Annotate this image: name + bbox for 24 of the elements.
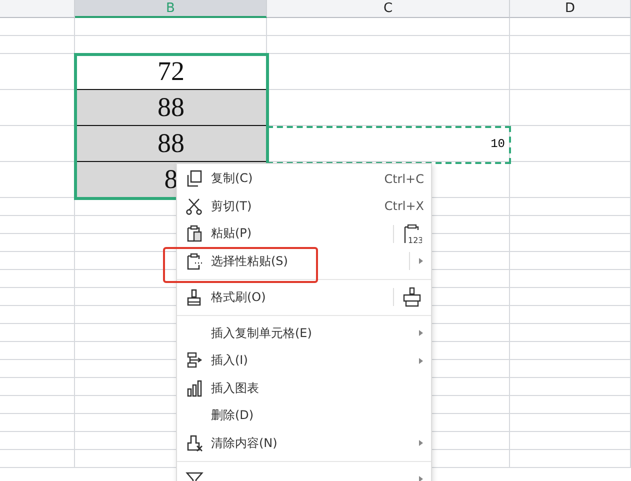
menu-item[interactable]: 格式刷(O) — [177, 284, 431, 311]
menu-item-label: 插入图表 — [211, 380, 259, 397]
menu-item-label: 删除(D) — [211, 407, 254, 424]
menu-item-label: 插入复制单元格(E) — [211, 324, 312, 342]
menu-item[interactable]: 插入图表 — [177, 374, 431, 402]
menu-item-label: 粘贴(P) — [211, 225, 252, 242]
menu-item[interactable]: 选择性粘贴(S) — [177, 248, 431, 275]
table-cell: 10 — [267, 126, 510, 162]
menu-item-label: 插入(I) — [211, 352, 248, 370]
table-cell: 88 — [75, 126, 267, 162]
menu-item[interactable]: 删除(D) — [177, 402, 431, 430]
shortcut-label: Ctrl+X — [384, 199, 424, 214]
menu-item[interactable]: 插入(I) — [177, 347, 431, 374]
menu-item-label: 格式刷(O) — [211, 288, 266, 306]
menu-item[interactable]: 清除内容(N) — [177, 430, 431, 457]
menu-item-label: 复制(C) — [211, 170, 253, 188]
menu-item-label: 选择性粘贴(S) — [211, 252, 288, 270]
menu-item[interactable]: 插入复制单元格(E) — [177, 320, 431, 347]
table-cell: 88 — [75, 90, 267, 126]
menu-item-label: 剪切(T) — [211, 198, 252, 215]
column-header[interactable]: D — [510, 0, 631, 18]
shortcut-label: Ctrl+C — [384, 172, 424, 186]
menu-item-label: 清除内容(N) — [211, 434, 278, 452]
column-header[interactable]: C — [267, 0, 510, 18]
